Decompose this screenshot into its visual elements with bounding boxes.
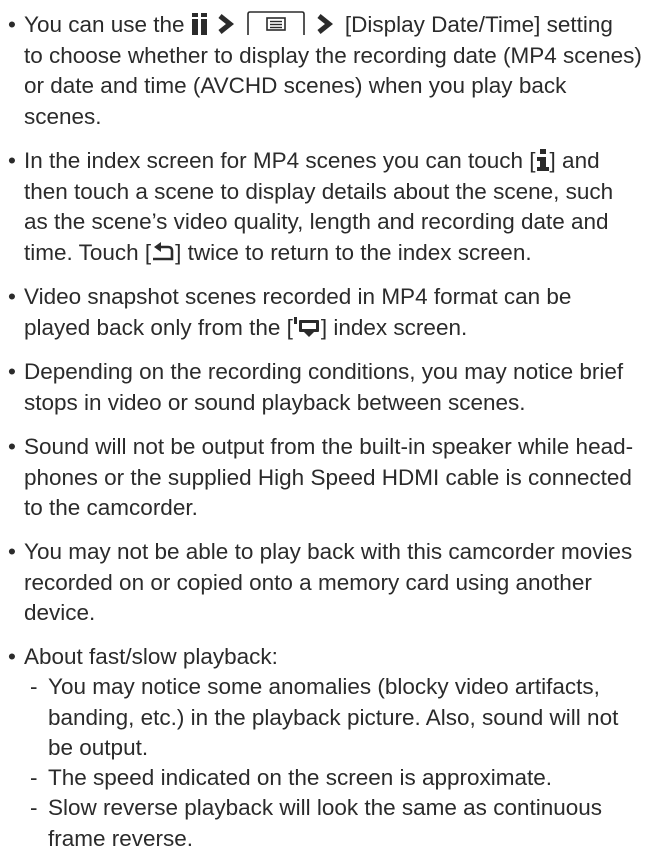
bullet-item: • You can use the — [0, 10, 660, 132]
text-line: In the index screen for MP4 scenes you c… — [24, 146, 660, 177]
text-line: Video snapshot scenes recorded in MP4 fo… — [24, 282, 660, 313]
bullet-item: • In the index screen for MP4 scenes you… — [0, 146, 660, 268]
text-line: to choose whether to display the recordi… — [24, 41, 660, 72]
sub-item-text: Slow reverse playback will look the same… — [48, 793, 660, 854]
bullet-text: About fast/slow playback: — [24, 642, 660, 673]
sub-item: - The speed indicated on the screen is a… — [24, 763, 660, 794]
text-line: The speed indicated on the screen is app… — [48, 763, 660, 794]
bullet-symbol: • — [4, 282, 20, 313]
dash-symbol: - — [30, 672, 38, 703]
bullet-item: • Sound will not be output from the buil… — [0, 432, 660, 524]
text-line: Slow reverse playback will look the same… — [48, 793, 660, 824]
manual-page: • You can use the — [0, 0, 663, 806]
sub-item-text: You may notice some anomalies (blocky vi… — [48, 672, 660, 764]
text-line: You may notice some anomalies (blocky vi… — [48, 672, 660, 703]
text-line: time. Touch [ ] twice to return to the i… — [24, 238, 660, 269]
bullet-symbol: • — [4, 146, 20, 177]
bullet-item: • You may not be able to play back with … — [0, 537, 660, 629]
bullet-symbol: • — [4, 10, 20, 41]
bullet-text: Depending on the recording conditions, y… — [24, 357, 660, 418]
bullet-symbol: • — [4, 357, 20, 388]
text-line: stops in video or sound playback between… — [24, 388, 660, 419]
back-icon — [151, 241, 175, 263]
text-line: About fast/slow playback: — [24, 642, 660, 673]
text-line: You can use the — [24, 10, 660, 41]
text-line: to the camcorder. — [24, 493, 660, 524]
bullet-text: You may not be able to play back with th… — [24, 537, 660, 629]
text-line: recorded on or copied onto a memory card… — [24, 568, 660, 599]
sub-item-text: The speed indicated on the screen is app… — [48, 763, 660, 794]
text-line: scenes. — [24, 102, 660, 133]
text-line: phones or the supplied High Speed HDMI c… — [24, 463, 660, 494]
text-line: then touch a scene to display details ab… — [24, 177, 660, 208]
bullet-symbol: • — [4, 642, 20, 673]
sub-item: - Slow reverse playback will look the sa… — [24, 793, 660, 854]
arrow-icon — [214, 13, 240, 35]
sub-item: - You may notice some anomalies (blocky … — [24, 672, 660, 764]
text-line: Depending on the recording conditions, y… — [24, 357, 660, 388]
bullet-item: • Video snapshot scenes recorded in MP4 … — [0, 282, 660, 343]
info-icon — [536, 149, 550, 171]
menu-icon — [246, 11, 306, 35]
text-line: be output. — [48, 733, 660, 764]
dash-symbol: - — [30, 763, 38, 794]
arrow-icon — [313, 13, 339, 35]
bullet-symbol: • — [4, 537, 20, 568]
bullet-item: • About fast/slow playback: — [0, 642, 660, 673]
text-line: as the scene’s video quality, length and… — [24, 207, 660, 238]
bullet-text: In the index screen for MP4 scenes you c… — [24, 146, 660, 268]
bullet-text: Sound will not be output from the built-… — [24, 432, 660, 524]
text-line: You may not be able to play back with th… — [24, 537, 660, 568]
text-line: banding, etc.) in the playback picture. … — [48, 703, 660, 734]
wrench-icon — [191, 13, 208, 35]
film-icon — [293, 316, 321, 338]
text-line: device. — [24, 598, 660, 629]
bullet-symbol: • — [4, 432, 20, 463]
text-line: played back only from the [ ] index scre… — [24, 313, 660, 344]
dash-symbol: - — [30, 793, 38, 824]
bullet-item: • Depending on the recording conditions,… — [0, 357, 660, 418]
text-line: Sound will not be output from the built-… — [24, 432, 660, 463]
text-line: or date and time (AVCHD scenes) when you… — [24, 71, 660, 102]
bullet-text: Video snapshot scenes recorded in MP4 fo… — [24, 282, 660, 343]
bullet-text: You can use the — [24, 10, 660, 132]
text-line: frame reverse. — [48, 824, 660, 854]
